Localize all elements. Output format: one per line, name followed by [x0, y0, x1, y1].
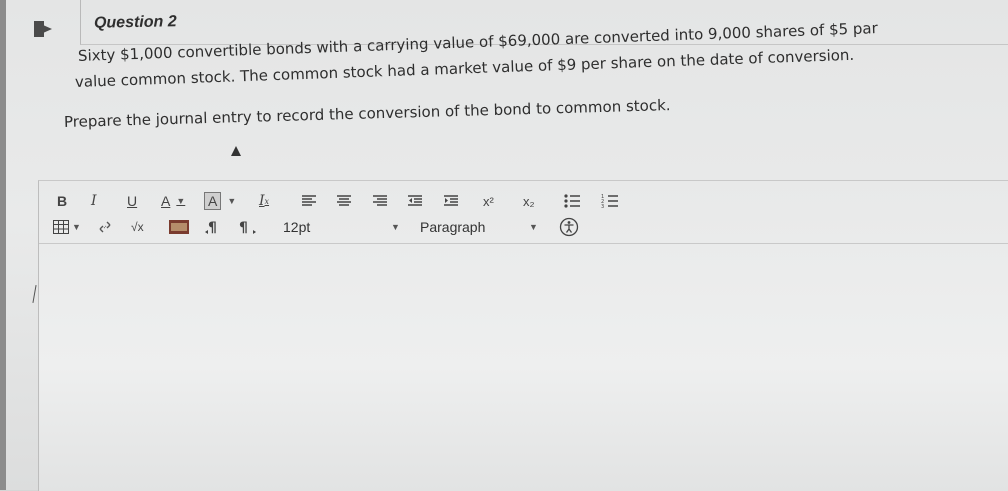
clear-format-icon[interactable]: Ix: [259, 191, 269, 211]
chevron-down-icon: ▼: [176, 196, 186, 206]
left-edge: [0, 0, 6, 490]
svg-text:¶: ¶: [208, 220, 217, 235]
highlight-color-button[interactable]: A ▼: [204, 191, 236, 211]
media-embed-icon[interactable]: [169, 217, 189, 237]
subscript-button[interactable]: x₂: [523, 191, 535, 211]
toolbar-row-2: ▼ √x ¶ ¶ 12pt ▼ Paragraph ▼: [39, 215, 1008, 244]
svg-text:¶: ¶: [239, 220, 248, 235]
svg-text:3: 3: [601, 204, 604, 209]
toolbar-row-1: B I U A ▼ A ▼ Ix x² x₂ 123: [39, 189, 1008, 215]
font-color-button[interactable]: A ▼: [161, 191, 185, 211]
font-size-chevron-icon[interactable]: ▼: [391, 217, 400, 237]
outdent-icon[interactable]: [407, 191, 423, 211]
math-equation-icon[interactable]: √x: [131, 217, 144, 237]
highlight-label: A: [204, 192, 222, 210]
paragraph-format-select[interactable]: Paragraph: [420, 219, 485, 235]
align-right-icon[interactable]: [372, 191, 388, 211]
accessibility-icon[interactable]: [559, 217, 579, 237]
bullet-list-icon[interactable]: [563, 191, 581, 211]
indent-icon[interactable]: [443, 191, 459, 211]
chevron-down-icon: ▼: [72, 222, 81, 232]
underline-button[interactable]: U: [127, 191, 137, 211]
question-title: Question 2: [93, 13, 177, 32]
ltr-direction-icon[interactable]: ¶: [205, 217, 223, 237]
editor-text-area[interactable]: [39, 245, 1008, 491]
flag-arrow: [34, 21, 52, 37]
align-center-icon[interactable]: [336, 191, 352, 211]
table-icon[interactable]: ▼: [53, 217, 81, 237]
bold-button[interactable]: B: [57, 191, 67, 211]
rtl-direction-icon[interactable]: ¶: [239, 217, 257, 237]
unlink-icon[interactable]: [97, 217, 113, 237]
superscript-button[interactable]: x²: [483, 191, 494, 211]
chevron-down-icon: ▼: [227, 196, 237, 206]
paragraph-chevron-icon[interactable]: ▼: [529, 217, 538, 237]
rich-text-editor: B I U A ▼ A ▼ Ix x² x₂ 123 ▼ √x ¶ ¶ 12pt…: [38, 180, 1008, 491]
italic-button[interactable]: I: [91, 191, 97, 211]
mouse-pointer-icon: [231, 146, 241, 156]
numbered-list-icon[interactable]: 123: [601, 191, 619, 211]
align-left-icon[interactable]: [301, 191, 317, 211]
font-color-label: A: [161, 193, 171, 209]
font-size-select[interactable]: 12pt: [283, 219, 310, 235]
